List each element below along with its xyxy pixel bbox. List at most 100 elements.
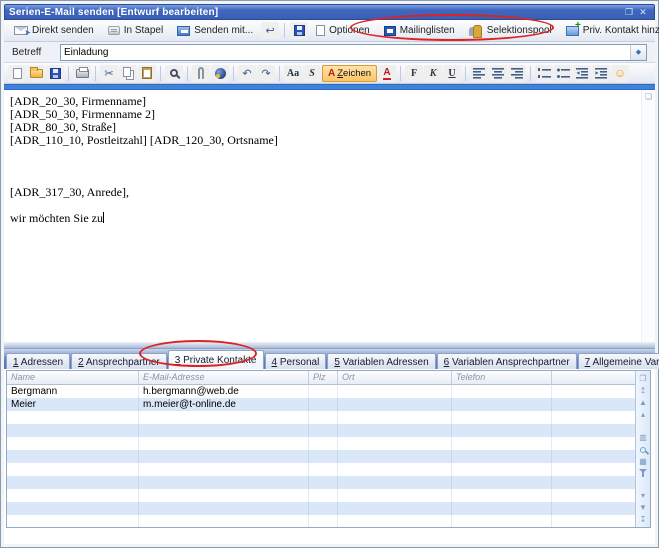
options-icon xyxy=(316,25,325,36)
filter-button[interactable] xyxy=(637,468,650,480)
bullet-list-icon xyxy=(557,68,570,79)
in-stapel-button[interactable]: In Stapel xyxy=(102,23,169,38)
new-document-button[interactable] xyxy=(8,65,26,82)
tab-ansprechpartner[interactable]: 2 Ansprechpartner xyxy=(71,353,167,369)
attachment-button[interactable] xyxy=(192,65,210,82)
last-record-button[interactable]: ↧ xyxy=(637,514,650,526)
editor-line xyxy=(10,199,635,212)
underline-button[interactable]: U xyxy=(443,65,461,82)
priv-kontakt-hinzufuegen-button[interactable]: Priv. Kontakt hinzufügen xyxy=(560,23,659,38)
toolbar-separator xyxy=(187,66,188,81)
close-icon[interactable]: ✕ xyxy=(636,6,650,18)
save-document-button[interactable] xyxy=(46,65,64,82)
editor-scrollbar[interactable] xyxy=(641,90,655,342)
tab-personal[interactable]: 4 Personal xyxy=(265,353,327,369)
contacts-grid: Name E-Mail-Adresse Plz Ort Telefon Berg… xyxy=(6,370,651,528)
tab-private-kontakte[interactable]: 3 Private Kontakte xyxy=(168,350,264,369)
cell-plz xyxy=(309,398,338,411)
table-row-empty xyxy=(7,424,635,437)
insert-field-button[interactable] xyxy=(211,65,229,82)
italic-button[interactable]: K xyxy=(424,65,442,82)
bold-button[interactable]: F xyxy=(405,65,423,82)
column-header-email[interactable]: E-Mail-Adresse xyxy=(139,371,309,385)
next-record-button[interactable]: ▾ xyxy=(637,490,650,502)
font-color-button[interactable]: A xyxy=(378,65,396,82)
redo-icon: ↷ xyxy=(261,67,270,80)
send-envelope-icon: ➤ xyxy=(14,26,28,35)
column-header-plz[interactable]: Plz xyxy=(309,371,338,385)
smiley-button[interactable]: ☺ xyxy=(611,65,629,82)
font-size-button[interactable]: Aa xyxy=(284,65,302,82)
columns-button[interactable]: ▥ xyxy=(637,432,650,444)
align-center-button[interactable] xyxy=(489,65,507,82)
first-record-button[interactable]: ↥ xyxy=(637,385,650,397)
page-up-button[interactable]: ▲ xyxy=(637,397,650,409)
senden-mit-button[interactable]: Senden mit... xyxy=(171,23,259,38)
column-header-empty xyxy=(552,371,635,385)
character-format-button[interactable]: A Zeichen xyxy=(322,65,377,82)
grid-view-button[interactable]: ▦ xyxy=(637,456,650,468)
numbered-list-button[interactable] xyxy=(535,65,553,82)
character-format-label: Zeichen xyxy=(337,68,371,79)
table-row-empty xyxy=(7,515,635,527)
font-style-button[interactable]: S xyxy=(303,65,321,82)
send-later-button[interactable]: ↩ xyxy=(261,22,279,39)
restore-icon[interactable]: ❐ xyxy=(622,6,636,18)
grid-corner-icon[interactable]: ❐ xyxy=(639,372,646,385)
undo-button[interactable]: ↶ xyxy=(238,65,256,82)
align-left-button[interactable] xyxy=(470,65,488,82)
mailinglisten-button[interactable]: Mailinglisten xyxy=(378,23,461,38)
optionen-button[interactable]: Optionen xyxy=(310,23,376,38)
indent-button[interactable] xyxy=(592,65,610,82)
selektionspool-button[interactable]: Selektionspool xyxy=(463,23,558,38)
align-center-icon xyxy=(492,68,505,79)
column-header-ort[interactable]: Ort xyxy=(338,371,452,385)
table-row-meier[interactable]: Meier m.meier@t-online.de xyxy=(7,398,635,411)
subject-row: Betreff ◆ xyxy=(4,42,655,63)
editor-line xyxy=(10,147,635,160)
open-folder-icon xyxy=(30,69,43,78)
tab-variablen-ansprechpartner[interactable]: 6 Variablen Ansprechpartner xyxy=(437,353,577,369)
tab-adressen[interactable]: 1 Adressen xyxy=(6,353,70,369)
subject-input[interactable] xyxy=(61,45,630,60)
outdent-button[interactable] xyxy=(573,65,591,82)
page-down-button[interactable]: ▼ xyxy=(637,502,650,514)
align-right-button[interactable] xyxy=(508,65,526,82)
tab-label: 2 Ansprechpartner xyxy=(78,357,160,368)
tab-variablen-adressen[interactable]: 5 Variablen Adressen xyxy=(327,353,435,369)
subject-dropdown-button[interactable]: ◆ xyxy=(630,45,646,60)
paste-button[interactable] xyxy=(138,65,156,82)
open-button[interactable] xyxy=(27,65,45,82)
column-header-name[interactable]: Name xyxy=(7,371,139,385)
email-body-editor[interactable]: [ADR_20_30, Firmenname] [ADR_50_30, Firm… xyxy=(4,90,655,342)
paste-icon xyxy=(142,67,152,79)
undo-icon: ↶ xyxy=(242,67,251,80)
copy-button[interactable] xyxy=(119,65,137,82)
table-row-bergmann[interactable]: Bergmann h.bergmann@web.de xyxy=(7,385,635,398)
copy-icon xyxy=(123,67,131,77)
selektionspool-label: Selektionspool xyxy=(487,25,552,36)
toolbar-separator xyxy=(400,66,401,81)
cut-button[interactable]: ✂ xyxy=(100,65,118,82)
in-stapel-label: In Stapel xyxy=(124,25,163,36)
align-left-icon xyxy=(473,68,486,79)
prior-record-button[interactable]: ▴ xyxy=(637,409,650,421)
direkt-senden-label: Direkt senden xyxy=(32,25,94,36)
column-header-telefon[interactable]: Telefon xyxy=(452,371,552,385)
search-button[interactable] xyxy=(637,444,650,456)
cell-ort xyxy=(338,385,452,398)
splitter-bar[interactable] xyxy=(4,342,655,349)
bullet-list-button[interactable] xyxy=(554,65,572,82)
editor-line-text: wir möchten Sie zu xyxy=(10,211,103,225)
direkt-senden-button[interactable]: ➤ Direkt senden xyxy=(8,23,100,38)
redo-button[interactable]: ↷ xyxy=(257,65,275,82)
text-cursor xyxy=(103,212,104,223)
save-button[interactable] xyxy=(290,22,308,39)
print-button[interactable] xyxy=(73,65,91,82)
mailing-lists-icon xyxy=(384,26,396,36)
tab-allgemeine-variablen[interactable]: 7 Allgemeine Variablen xyxy=(578,353,659,369)
zoom-button[interactable] xyxy=(165,65,183,82)
mailinglisten-label: Mailinglisten xyxy=(400,25,455,36)
format-toolbar: ✂ ↶ ↷ Aa S A Zeichen A F K U xyxy=(4,63,655,84)
font-size-icon: Aa xyxy=(287,68,299,79)
